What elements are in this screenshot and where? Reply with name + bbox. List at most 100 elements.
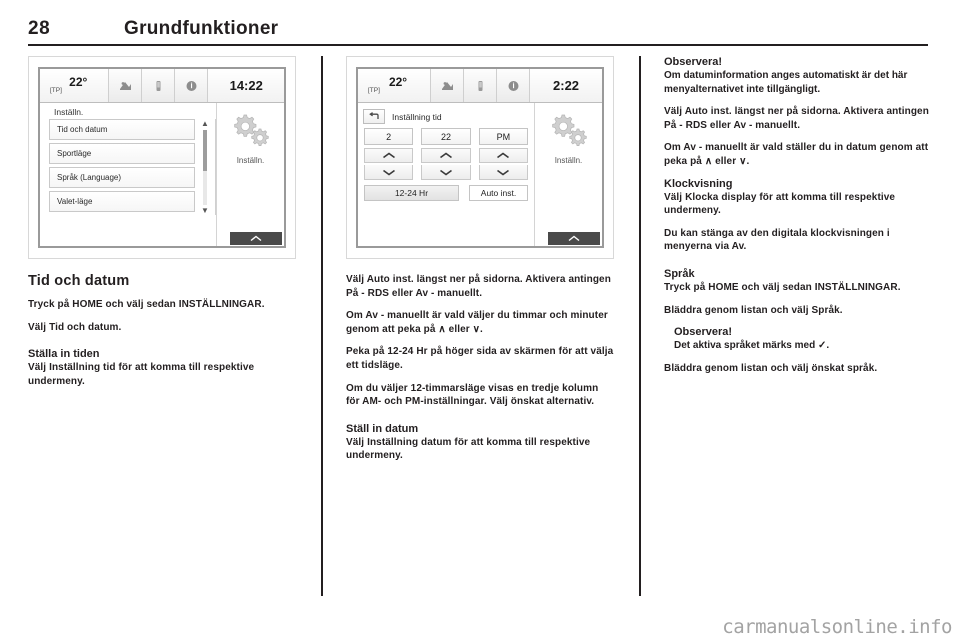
- info-icon[interactable]: [174, 69, 208, 102]
- subheading-klockvisning: Klockvisning: [664, 177, 733, 190]
- settings-list-wrapper: Tid och datum Sportläge Språk (Language)…: [40, 119, 216, 215]
- column-gap-2: [614, 56, 664, 608]
- ampm-decrement-button[interactable]: [478, 165, 528, 180]
- screen-body-1: Inställn. Tid och datum Sportläge Språk …: [40, 103, 284, 246]
- expand-up-button-2[interactable]: [548, 232, 600, 245]
- column-1: 22° [TP] 14:22 Inställn. Tid och datum S…: [28, 56, 296, 608]
- gears-icon: [548, 113, 590, 154]
- minute-value[interactable]: 22: [421, 128, 471, 145]
- paragraph: Bläddra genom listan och välj Språk.: [664, 304, 843, 316]
- status-bar-2: 22° [TP] 2:22: [358, 69, 602, 103]
- infotainment-screen-1: 22° [TP] 14:22 Inställn. Tid och datum S…: [38, 67, 286, 248]
- phone-icon[interactable]: [141, 69, 175, 102]
- panel-title: Inställning tid: [392, 111, 442, 122]
- page-title: Grundfunktioner: [124, 18, 279, 39]
- media-icon[interactable]: [108, 69, 142, 102]
- ampm-stepper: PM: [478, 128, 528, 180]
- figure-time-setting: 22° [TP] 2:22 Inställning tid 2 22 PM 12…: [346, 56, 614, 259]
- media-icon[interactable]: [430, 69, 464, 102]
- list-item[interactable]: Valet-läge: [49, 191, 195, 212]
- settings-list-area: Inställn. Tid och datum Sportläge Språk …: [40, 103, 216, 246]
- paragraph: Du kan stänga av den digitala klockvisni…: [664, 227, 890, 253]
- paragraph: Välj Auto inst. längst ner på sidorna. A…: [346, 274, 611, 299]
- back-icon[interactable]: [363, 109, 385, 124]
- settings-list-items: Tid och datum Sportläge Språk (Language)…: [49, 119, 195, 215]
- tp-indicator: [TP]: [50, 87, 62, 95]
- ampm-increment-button[interactable]: [478, 148, 528, 163]
- auto-setting-button[interactable]: Auto inst.: [469, 185, 528, 201]
- watermark: carmanualsonline.info: [722, 616, 952, 638]
- temperature-display-2: 22° [TP]: [358, 69, 430, 102]
- content-columns: 22° [TP] 14:22 Inställn. Tid och datum S…: [28, 56, 932, 608]
- hour-decrement-button[interactable]: [364, 165, 414, 180]
- list-scrollbar[interactable]: ▲ ▼: [198, 119, 212, 215]
- column-3: Observera! Om datuminformation anges aut…: [664, 56, 932, 608]
- phone-icon[interactable]: [463, 69, 497, 102]
- column-gap-1: [296, 56, 346, 608]
- note-title: Observera!: [674, 326, 733, 339]
- expand-up-button-1[interactable]: [230, 232, 282, 245]
- scroll-track[interactable]: [203, 130, 207, 205]
- settings-list-title: Inställn.: [54, 107, 84, 117]
- page-header: 28 Grundfunktioner: [28, 18, 928, 46]
- hour-increment-button[interactable]: [364, 148, 414, 163]
- gears-icon: [230, 113, 272, 154]
- side-panel-label-2: Inställn.: [554, 156, 583, 165]
- paragraph: Välj Tid och datum.: [28, 321, 122, 333]
- time-stepper-row: 2 22 PM: [364, 128, 528, 180]
- paragraph: Välj Auto inst. längst ner på sidorna. A…: [664, 106, 929, 131]
- status-icons-1: [108, 69, 208, 102]
- paragraph: Om Av - manuellt är vald väljer du timma…: [346, 310, 608, 335]
- info-icon[interactable]: [496, 69, 530, 102]
- column-2: 22° [TP] 2:22 Inställning tid 2 22 PM 12…: [346, 56, 614, 608]
- paragraph: Välj Inställning datum för att komma til…: [346, 436, 591, 462]
- paragraph: Välj Klocka display för att komma till r…: [664, 191, 896, 217]
- subheading-stalla-in-tiden: Ställa in tiden: [28, 348, 100, 361]
- paragraph: Om Av - manuellt är vald ställer du in d…: [664, 142, 929, 167]
- time-format-button[interactable]: 12-24 Hr: [364, 185, 459, 201]
- paragraph: Välj Inställning tid för att komma till …: [28, 362, 255, 387]
- minute-stepper: 22: [421, 128, 471, 180]
- time-bottom-row: 12-24 Hr Auto inst.: [364, 185, 528, 201]
- clock-display-1: 14:22: [207, 69, 284, 102]
- scroll-down-icon[interactable]: ▼: [201, 207, 209, 215]
- paragraph: Peka på 12-24 Hr på höger sida av skärme…: [346, 346, 614, 371]
- scroll-thumb[interactable]: [203, 130, 207, 172]
- settings-side-panel-2: Inställn.: [534, 103, 602, 246]
- settings-side-panel-1: Inställn.: [216, 103, 284, 246]
- minute-increment-button[interactable]: [421, 148, 471, 163]
- panel-header: Inställning tid: [358, 107, 534, 128]
- note-block-sprak: Observera! Det aktiva språket märks med …: [664, 326, 932, 353]
- status-icons-2: [430, 69, 530, 102]
- paragraph: Tryck på HOME och välj sedan INSTÄLLNING…: [664, 281, 901, 293]
- note-body: Om datuminformation anges automatiskt är…: [664, 70, 908, 95]
- ampm-value[interactable]: PM: [478, 128, 528, 145]
- note-block-datum: Observera! Om datuminformation anges aut…: [664, 56, 932, 96]
- list-item[interactable]: Tid och datum: [49, 119, 195, 140]
- temperature-display-1: 22° [TP]: [40, 69, 108, 102]
- column-rule: [639, 56, 641, 596]
- page-number: 28: [28, 18, 51, 39]
- paragraph: Tryck på HOME och välj sedan INSTÄLLNING…: [28, 299, 265, 310]
- note-title: Observera!: [664, 56, 723, 68]
- column-rule: [321, 56, 323, 596]
- section-heading-tid-och-datum: Tid och datum: [28, 273, 130, 289]
- list-item[interactable]: Sportläge: [49, 143, 195, 164]
- paragraph: Om du väljer 12-timmarsläge visas en tre…: [346, 382, 599, 408]
- scroll-up-icon[interactable]: ▲: [201, 120, 209, 128]
- minute-decrement-button[interactable]: [421, 165, 471, 180]
- list-item[interactable]: Språk (Language): [49, 167, 195, 188]
- screen-body-2: Inställning tid 2 22 PM 12-24 Hr Auto in…: [358, 103, 602, 246]
- note-body: Det aktiva språket märks med ✓.: [674, 340, 830, 352]
- infotainment-screen-2: 22° [TP] 2:22 Inställning tid 2 22 PM 12…: [356, 67, 604, 248]
- tp-indicator: [TP]: [368, 87, 380, 95]
- hour-stepper: 2: [364, 128, 414, 180]
- status-bar-1: 22° [TP] 14:22: [40, 69, 284, 103]
- hour-value[interactable]: 2: [364, 128, 414, 145]
- figure-settings-list: 22° [TP] 14:22 Inställn. Tid och datum S…: [28, 56, 296, 259]
- subheading-sprak: Språk: [664, 267, 695, 280]
- time-setting-area: Inställning tid 2 22 PM 12-24 Hr Auto in…: [358, 103, 534, 246]
- side-panel-label-1: Inställn.: [236, 156, 265, 165]
- subheading-stall-in-datum: Ställ in datum: [346, 422, 419, 435]
- clock-display-2: 2:22: [529, 69, 602, 102]
